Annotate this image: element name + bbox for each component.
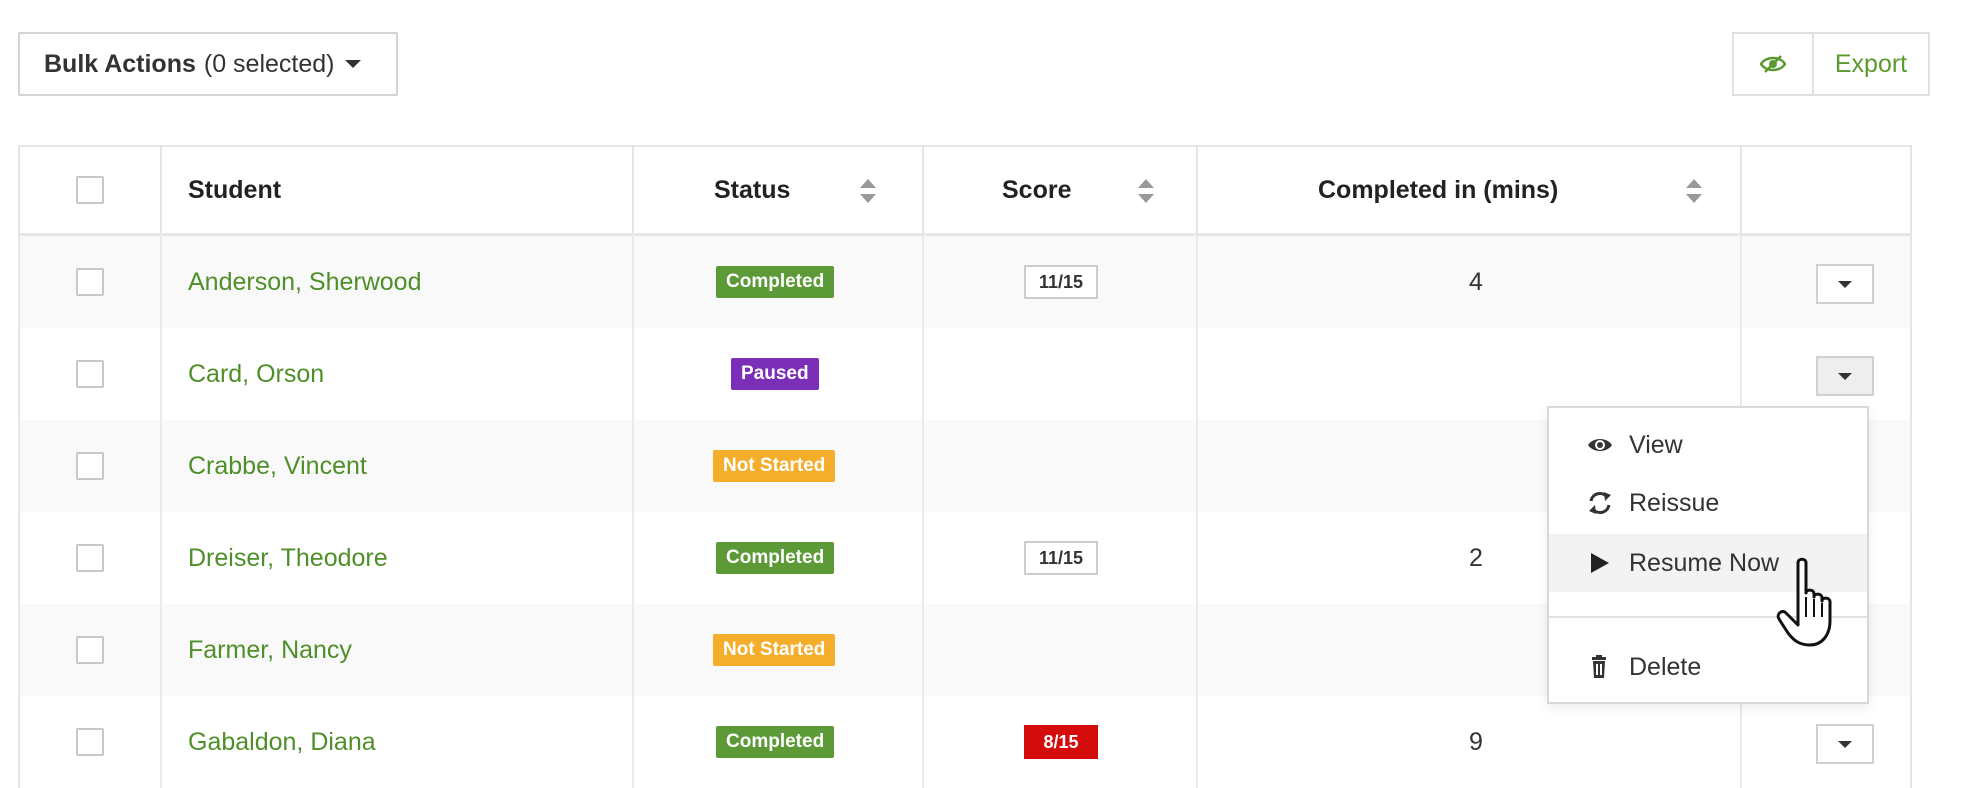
completed-mins: 9	[1469, 727, 1483, 756]
bulk-actions-label: Bulk Actions	[44, 49, 196, 78]
caret-down-icon	[344, 60, 361, 68]
menu-item-label: Delete	[1629, 652, 1702, 681]
header-actions	[1742, 147, 1914, 233]
table-row: Anderson, Sherwood Completed 11/15 4	[20, 236, 1910, 328]
hand-pointer-cursor-icon	[1776, 557, 1832, 647]
menu-item-view[interactable]: View	[1549, 416, 1867, 474]
score-badge: 11/15	[1024, 541, 1098, 575]
score-badge: 11/15	[1024, 265, 1098, 299]
table-row: Gabaldon, Diana Completed 8/15 9	[20, 696, 1910, 788]
column-divider	[1196, 233, 1198, 788]
completed-mins: 2	[1469, 543, 1483, 572]
menu-item-reissue[interactable]: Reissue	[1549, 474, 1867, 532]
header-completed-mins[interactable]: Completed in (mins)	[1198, 147, 1742, 233]
header-label: Student	[188, 175, 282, 204]
bulk-actions-count: (0 selected)	[203, 49, 335, 78]
toolbar-right-group: Export	[1732, 32, 1930, 96]
bulk-actions-button[interactable]: Bulk Actions (0 selected)	[18, 32, 398, 96]
column-divider	[922, 233, 924, 788]
student-link[interactable]: Farmer, Nancy	[188, 604, 352, 696]
select-all-checkbox[interactable]	[76, 176, 104, 204]
status-badge: Not Started	[713, 450, 836, 482]
row-checkbox[interactable]	[76, 360, 104, 388]
student-link[interactable]: Crabbe, Vincent	[188, 420, 367, 512]
toggle-visibility-button[interactable]	[1734, 34, 1814, 94]
row-checkbox[interactable]	[76, 452, 104, 480]
trash-icon	[1592, 655, 1606, 678]
column-divider	[632, 233, 634, 788]
row-checkbox[interactable]	[76, 544, 104, 572]
header-label: Completed in (mins)	[1318, 175, 1559, 204]
sort-icon	[1138, 179, 1154, 203]
row-checkbox[interactable]	[76, 268, 104, 296]
status-badge: Completed	[716, 266, 835, 298]
header-score[interactable]: Score	[924, 147, 1198, 233]
menu-item-label: View	[1629, 430, 1683, 459]
student-link[interactable]: Dreiser, Theodore	[188, 512, 388, 604]
status-badge: Completed	[716, 542, 835, 574]
row-checkbox[interactable]	[76, 636, 104, 664]
eye-icon	[1588, 439, 1612, 451]
caret-down-icon	[1838, 740, 1852, 748]
status-badge: Completed	[716, 726, 835, 758]
refresh-icon	[1589, 492, 1611, 514]
sort-icon	[860, 179, 876, 203]
sort-icon	[1686, 179, 1702, 203]
header-label: Status	[714, 175, 791, 204]
status-badge: Paused	[731, 358, 819, 390]
table-header: Student Status Score Completed in (mins)	[20, 147, 1910, 236]
completed-mins: 4	[1469, 267, 1483, 296]
toolbar: Bulk Actions (0 selected) Export	[18, 32, 1964, 98]
row-actions-menu: View Reissue Resume Now Delete	[1547, 406, 1869, 704]
eye-slash-icon	[1759, 55, 1787, 73]
play-icon	[1591, 553, 1609, 573]
row-checkbox[interactable]	[76, 728, 104, 756]
header-student: Student	[162, 147, 634, 233]
student-link[interactable]: Card, Orson	[188, 328, 324, 420]
caret-down-icon	[1838, 280, 1852, 288]
score-badge: 8/15	[1024, 725, 1098, 759]
student-link[interactable]: Gabaldon, Diana	[188, 696, 376, 788]
menu-item-label: Resume Now	[1629, 548, 1780, 577]
status-badge: Not Started	[713, 634, 836, 666]
student-link[interactable]: Anderson, Sherwood	[188, 236, 421, 328]
header-label: Score	[1002, 175, 1072, 204]
column-divider	[160, 233, 162, 788]
row-actions-dropdown[interactable]	[1816, 356, 1874, 396]
menu-item-label: Reissue	[1629, 488, 1720, 517]
export-button[interactable]: Export	[1814, 34, 1928, 94]
header-status[interactable]: Status	[634, 147, 924, 233]
row-actions-dropdown[interactable]	[1816, 724, 1874, 764]
caret-down-icon	[1838, 372, 1852, 380]
row-actions-dropdown[interactable]	[1816, 264, 1874, 304]
header-select-all-cell	[20, 147, 162, 233]
